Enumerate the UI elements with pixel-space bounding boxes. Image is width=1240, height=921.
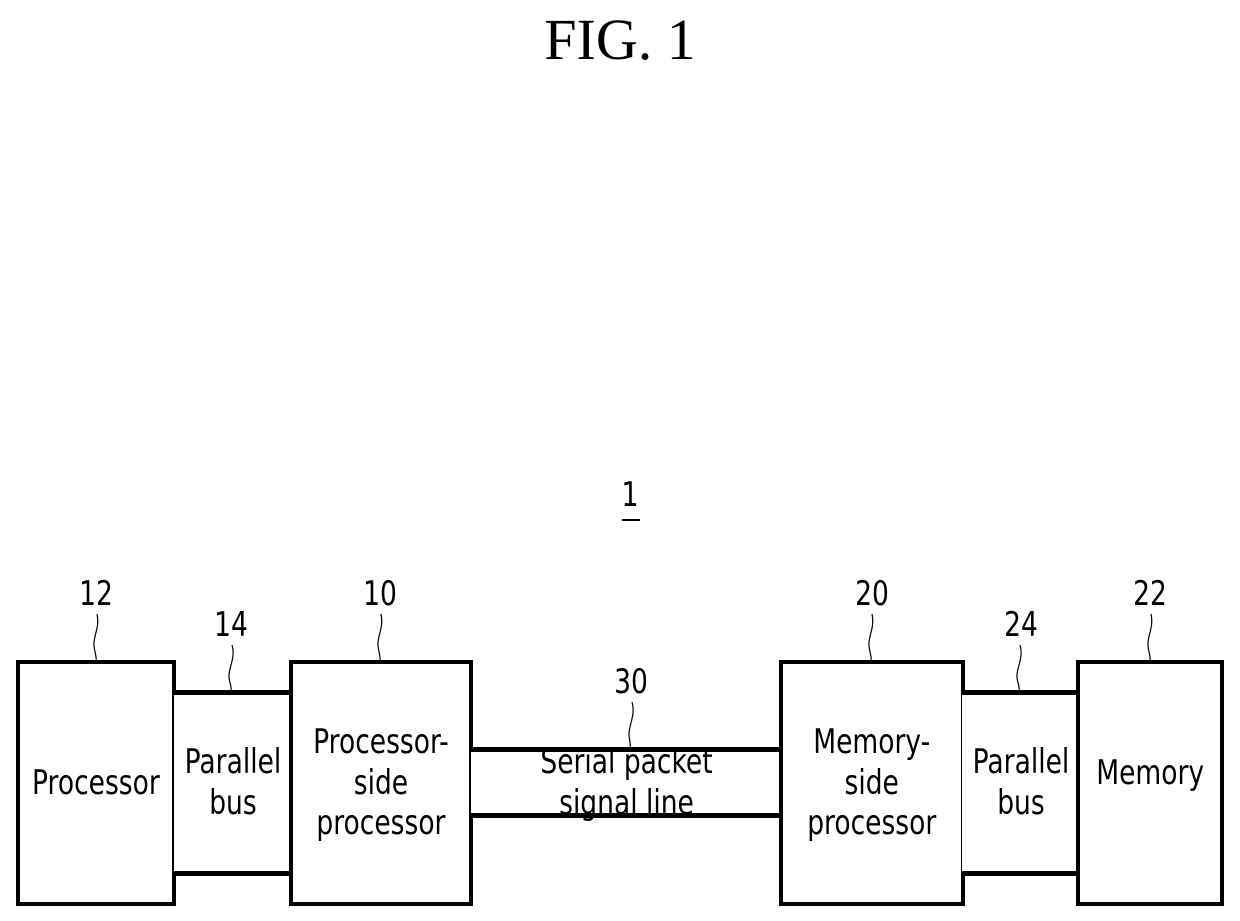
ref-numeral-serial-line: 30	[614, 662, 648, 702]
leader-parallel-bus-right	[1016, 644, 1022, 692]
leader-processor	[93, 613, 99, 662]
ref-numeral-processor-side-processor: 10	[363, 574, 397, 614]
system-reference-label: 1	[621, 475, 639, 515]
processor-label: Processor	[32, 762, 160, 803]
ref-numeral-processor: 12	[79, 574, 113, 614]
leader-memory	[1147, 613, 1153, 662]
memory-side-processor-block: Memory- side processor	[779, 660, 965, 906]
ref-numeral-parallel-bus-left: 14	[214, 605, 248, 645]
memory-label: Memory	[1096, 752, 1204, 793]
processor-block: Processor	[16, 660, 176, 906]
leader-parallel-bus-left	[228, 644, 234, 692]
processor-side-processor-label: Processor- side processor	[313, 721, 449, 844]
parallel-bus-left: Parallel bus	[174, 690, 292, 876]
ref-numeral-memory-side-processor: 20	[855, 574, 889, 614]
leader-processor-side-processor	[377, 613, 383, 662]
parallel-bus-right-label: Parallel bus	[972, 742, 1069, 823]
diagram-canvas: FIG. 1 1 12 14 10 30 20 24 22 Processor …	[0, 0, 1240, 921]
memory-side-processor-label: Memory- side processor	[807, 721, 937, 844]
parallel-bus-left-label: Parallel bus	[184, 742, 282, 823]
serial-packet-signal-line-label: Serial packet signal line	[540, 741, 713, 823]
leader-memory-side-processor	[868, 613, 874, 662]
system-label-underline	[622, 519, 640, 521]
serial-packet-signal-line: Serial packet signal line	[471, 742, 782, 823]
figure-title: FIG. 1	[544, 7, 696, 72]
ref-numeral-parallel-bus-right: 24	[1004, 605, 1038, 645]
parallel-bus-right: Parallel bus	[962, 690, 1079, 876]
ref-numeral-memory: 22	[1133, 574, 1167, 614]
memory-block: Memory	[1076, 660, 1224, 906]
processor-side-processor-block: Processor- side processor	[289, 660, 473, 906]
